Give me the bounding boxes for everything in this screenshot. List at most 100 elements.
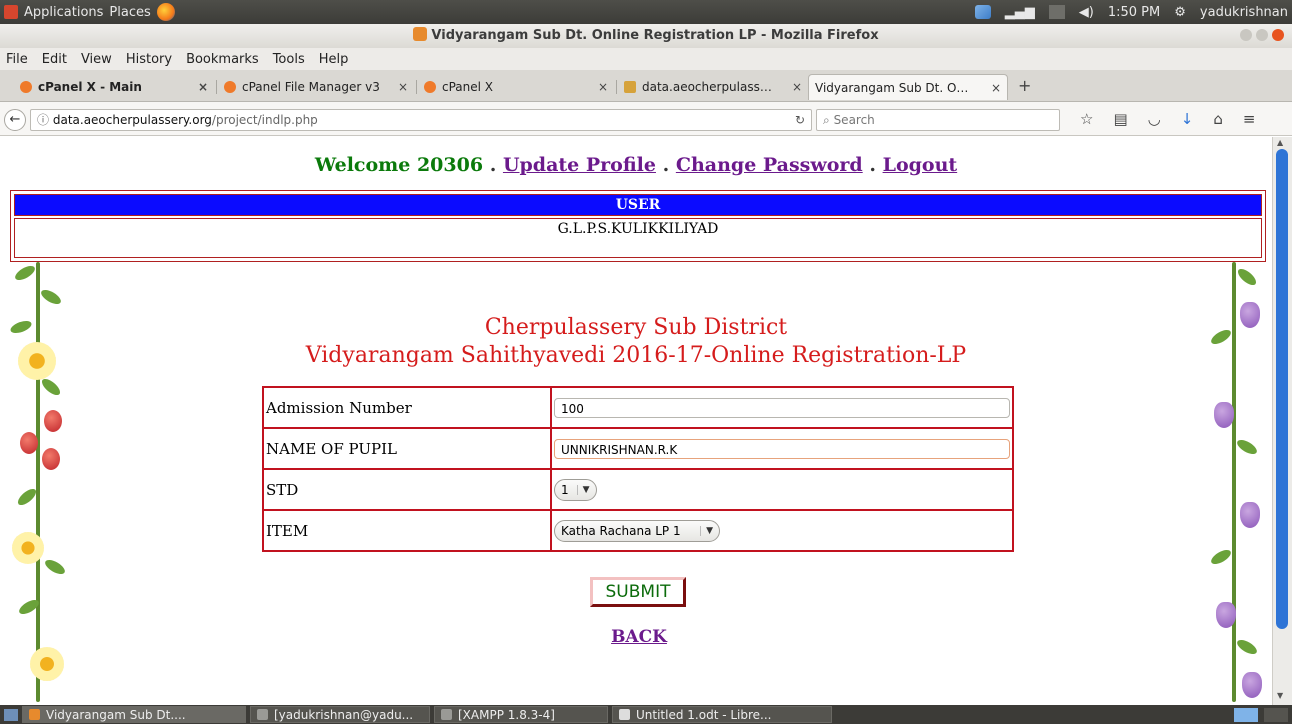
cpanel-favicon-icon (224, 81, 236, 93)
scrollbar-thumb[interactable] (1276, 149, 1288, 629)
places-menu[interactable]: Places (109, 5, 150, 20)
tab-label: Vidyarangam Sub Dt. O… (815, 80, 969, 95)
clock[interactable]: 1:50 PM (1108, 5, 1160, 20)
scroll-up-arrow-icon[interactable]: ▲ (1277, 138, 1283, 147)
item-selected-value: Katha Rachana LP 1 (561, 523, 681, 538)
taskbar-label: Untitled 1.odt - Libre... (636, 707, 772, 722)
home-icon[interactable]: ⌂ (1213, 110, 1223, 128)
reading-list-icon[interactable]: ▤ (1113, 110, 1127, 128)
info-icon[interactable]: ⓘ (37, 113, 49, 127)
window-title: Vidyarangam Sub Dt. Online Registration … (431, 28, 879, 43)
window-icon (441, 709, 452, 720)
scroll-down-arrow-icon[interactable]: ▼ (1277, 691, 1283, 700)
tab-vidyarangam[interactable]: Vidyarangam Sub Dt. O… × (808, 74, 1008, 100)
reload-icon[interactable]: ↻ (795, 110, 805, 130)
close-tab-icon[interactable]: × (198, 80, 208, 94)
mail-icon[interactable] (1048, 5, 1065, 19)
pupil-name-input[interactable]: UNNIKRISHNAN.R.K (554, 438, 1010, 459)
form-row-admission: Admission Number 100 (262, 386, 1014, 429)
std-selected-value: 1 (561, 482, 569, 497)
menu-help[interactable]: Help (319, 52, 349, 67)
back-arrow-icon[interactable]: ← (4, 109, 26, 131)
submit-button[interactable]: SUBMIT (590, 577, 686, 607)
menu-view[interactable]: View (81, 52, 112, 67)
admission-number-cell: 100 (550, 386, 1014, 429)
form-row-name: NAME OF PUPIL UNNIKRISHNAN.R.K (262, 427, 1014, 470)
change-password-link[interactable]: Change Password (676, 154, 863, 176)
signal-icon[interactable]: ▂▄▆ (1005, 5, 1035, 20)
taskbar-item-firefox[interactable]: Vidyarangam Sub Dt.... (22, 706, 246, 723)
firefox-launcher-icon[interactable] (156, 3, 175, 21)
navigation-bar: ← ⓘ data.aeocherpulassery.org/project/in… (0, 102, 1292, 136)
item-cell: Katha Rachana LP 1 ▼ (550, 509, 1014, 552)
admission-number-label: Admission Number (262, 386, 552, 429)
user-name[interactable]: yadukrishnan (1200, 5, 1288, 20)
separator: . (869, 154, 876, 176)
dropdown-arrow-icon: ▼ (700, 525, 713, 536)
network-icon[interactable] (974, 5, 991, 19)
taskbar-label: [XAMPP 1.8.3-4] (458, 707, 555, 722)
hamburger-menu-icon[interactable]: ≡ (1243, 110, 1256, 128)
logout-link[interactable]: Logout (883, 154, 958, 176)
taskbar-item-xampp[interactable]: [XAMPP 1.8.3-4] (434, 706, 608, 723)
search-input[interactable]: ⌕ Search (816, 109, 1060, 131)
menu-history[interactable]: History (126, 52, 172, 67)
close-tab-icon[interactable]: × (792, 80, 802, 94)
url-path: /project/indlp.php (211, 113, 318, 127)
page-heading-district: Cherpulassery Sub District (484, 315, 788, 340)
update-profile-link[interactable]: Update Profile (503, 154, 656, 176)
cpanel-favicon-icon (20, 81, 32, 93)
taskbar-label: [yadukrishnan@yadu... (274, 707, 414, 722)
item-label: ITEM (262, 509, 552, 552)
close-tab-icon[interactable]: × (398, 80, 408, 94)
welcome-bar: Welcome 20306 . Update Profile . Change … (0, 154, 1272, 176)
volume-icon[interactable]: ◀) (1079, 5, 1094, 20)
bottom-taskbar: Vidyarangam Sub Dt.... [yadukrishnan@yad… (0, 705, 1292, 724)
search-placeholder: Search (833, 113, 875, 127)
close-tab-icon[interactable]: × (991, 81, 1001, 95)
tab-cpanel-file-manager[interactable]: cPanel File Manager v3 × (218, 74, 414, 100)
form-row-item: ITEM Katha Rachana LP 1 ▼ (262, 509, 1014, 552)
menu-file[interactable]: File (6, 52, 28, 67)
std-select[interactable]: 1 ▼ (554, 478, 597, 501)
item-select[interactable]: Katha Rachana LP 1 ▼ (554, 519, 720, 542)
page-scrollbar[interactable]: ▲ ▼ (1272, 137, 1292, 705)
page-heading-registration: Vidyarangam Sahithyavedi 2016-17-Online … (305, 343, 967, 368)
menu-tools[interactable]: Tools (273, 52, 305, 67)
tab-separator (616, 80, 617, 94)
tab-label: data.aeocherpulass… (642, 80, 772, 94)
bookmark-star-icon[interactable]: ☆ (1080, 110, 1093, 128)
applications-menu[interactable]: Applications (24, 5, 103, 20)
cpanel-favicon-icon (424, 81, 436, 93)
tab-cpanel-x[interactable]: cPanel X × (418, 74, 614, 100)
url-bar[interactable]: ⓘ data.aeocherpulassery.org/project/indl… (30, 109, 812, 131)
back-link[interactable]: BACK (611, 627, 667, 647)
workspace-1-icon[interactable] (1234, 707, 1258, 722)
user-school-name: G.L.P.S.KULIKKILIYAD (14, 218, 1262, 258)
show-desktop-icon[interactable] (4, 708, 18, 721)
tab-data-aeocherpulassery[interactable]: data.aeocherpulass… × (618, 74, 808, 100)
minimize-button[interactable] (1240, 29, 1252, 41)
std-cell: 1 ▼ (550, 468, 1014, 511)
close-tab-icon[interactable]: × (598, 80, 608, 94)
workspace-2-icon[interactable] (1264, 707, 1288, 722)
tab-cpanel-main[interactable]: cPanel X - Main × (14, 74, 214, 100)
firefox-icon (29, 709, 40, 720)
pocket-icon[interactable]: ◡ (1148, 110, 1161, 128)
taskbar-item-libreoffice[interactable]: Untitled 1.odt - Libre... (612, 706, 832, 723)
maximize-button[interactable] (1256, 29, 1268, 41)
applications-menu-icon (4, 5, 18, 19)
downloads-icon[interactable]: ↓ (1181, 110, 1194, 128)
registration-form-table: Admission Number 100 NAME OF PUPIL UNNIK… (262, 386, 1014, 552)
admission-number-input[interactable]: 100 (554, 397, 1010, 418)
menu-edit[interactable]: Edit (42, 52, 67, 67)
new-tab-plus-icon[interactable]: + (1018, 76, 1031, 95)
menu-bar: File Edit View History Bookmarks Tools H… (0, 48, 1292, 70)
menu-bookmarks[interactable]: Bookmarks (186, 52, 259, 67)
close-window-button[interactable] (1272, 29, 1284, 41)
pupil-name-label: NAME OF PUPIL (262, 427, 552, 470)
page-content: Welcome 20306 . Update Profile . Change … (0, 137, 1272, 705)
tab-label: cPanel X - Main (38, 80, 142, 94)
settings-gear-icon[interactable]: ⚙ (1174, 5, 1186, 20)
taskbar-item-terminal[interactable]: [yadukrishnan@yadu... (250, 706, 430, 723)
